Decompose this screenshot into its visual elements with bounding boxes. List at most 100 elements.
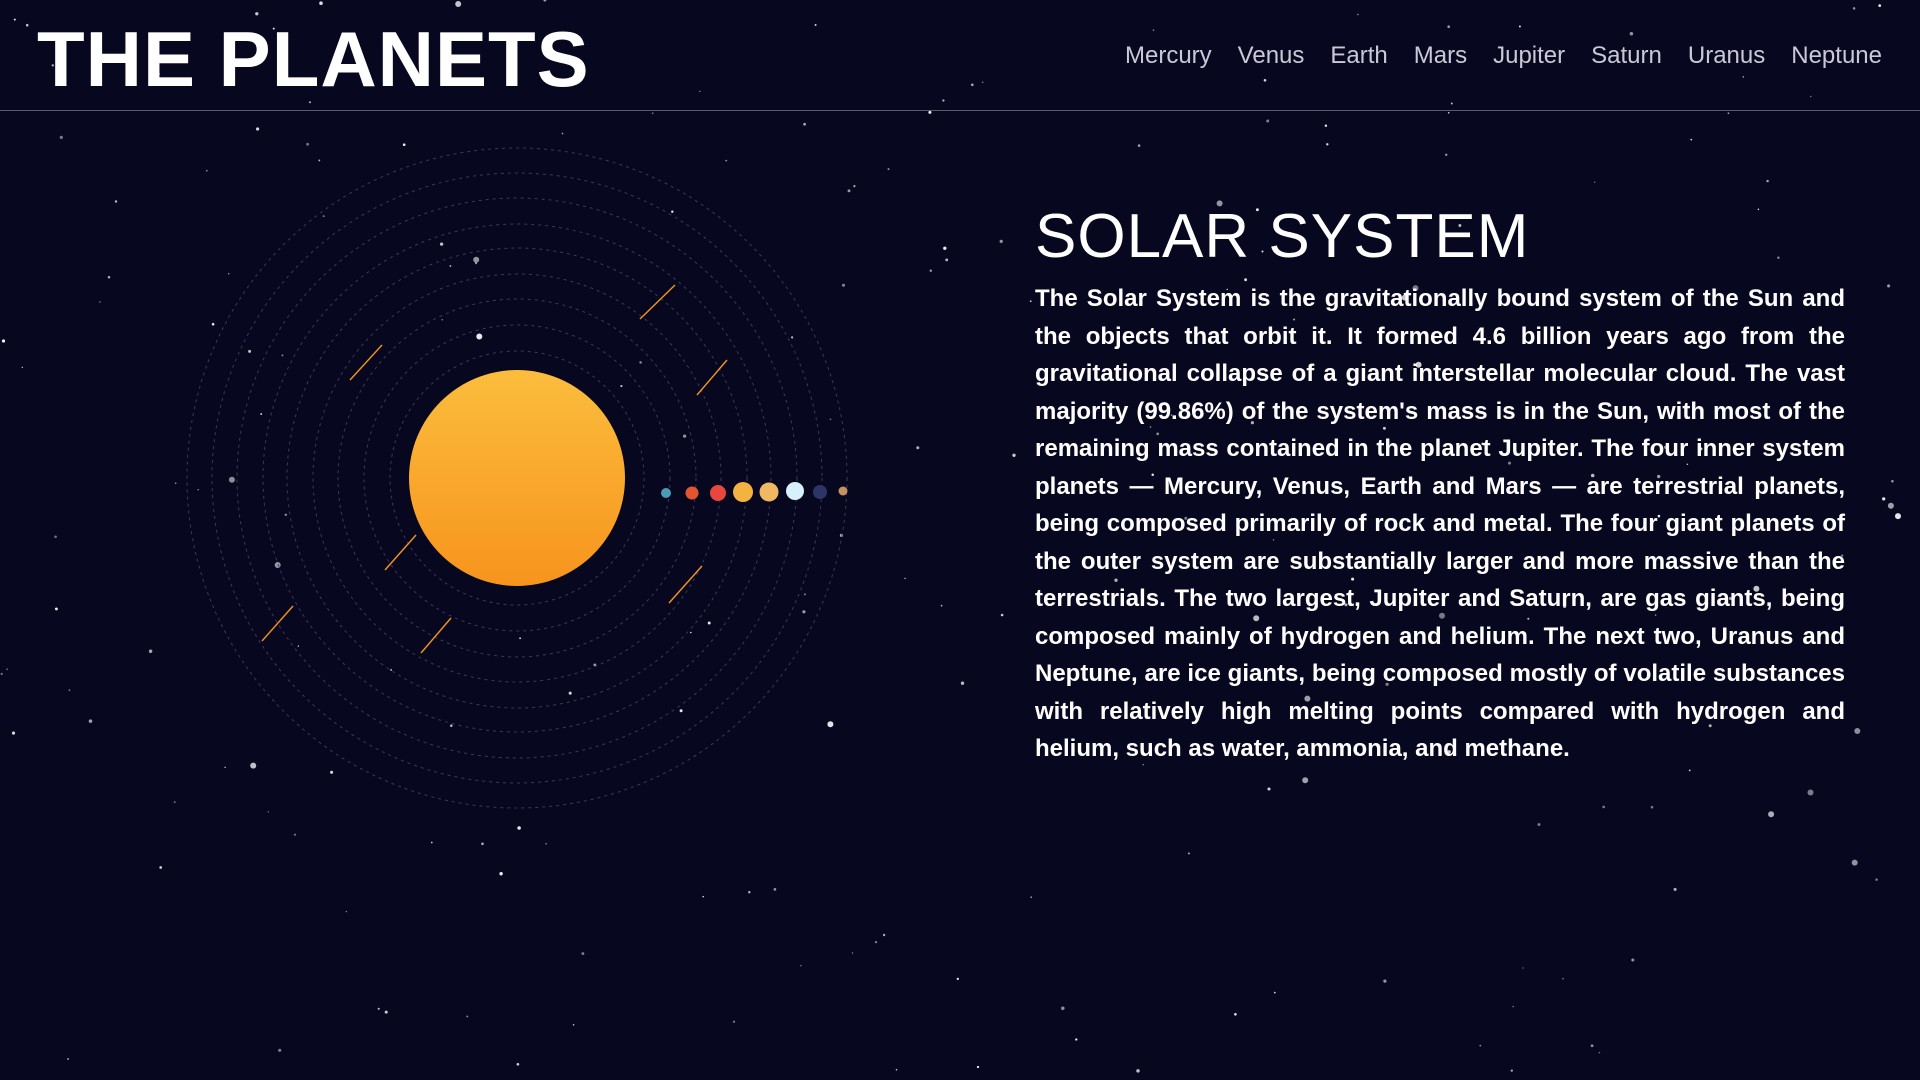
star-icon [256,127,260,131]
star-icon [1875,878,1878,881]
star-icon [107,276,111,279]
star-icon [882,933,886,937]
nav-link-jupiter[interactable]: Jupiter [1493,38,1565,74]
star-icon [1137,144,1141,147]
star-icon [6,668,8,670]
nav-link-neptune[interactable]: Neptune [1791,38,1882,74]
star-icon [1,339,6,343]
star-icon [11,731,16,735]
star-icon [945,258,949,262]
planet-venus-icon[interactable] [685,486,699,500]
star-icon [0,672,3,675]
star-icon [1030,896,1032,898]
star-icon [1690,138,1693,141]
star-icon [1887,502,1894,509]
star-icon [345,910,347,913]
star-icon [1598,1051,1601,1054]
star-icon [1510,1069,1513,1072]
comet-streak [349,344,383,381]
star-icon [499,872,503,876]
solar-system-diagram [186,147,848,809]
star-icon [1187,852,1190,855]
star-icon [999,239,1003,244]
site-title[interactable]: THE PLANETS [37,14,590,104]
star-icon [1673,887,1677,891]
star-icon [293,833,296,836]
page: THE PLANETS Mercury Venus Earth Mars Jup… [0,0,1920,1080]
nav-link-earth[interactable]: Earth [1330,38,1387,74]
star-icon [1029,300,1032,303]
nav-link-venus[interactable]: Venus [1238,38,1305,74]
star-icon [1479,1044,1482,1047]
star-icon [1688,769,1691,772]
star-icon [545,843,547,845]
star-icon [1326,143,1329,146]
star-icon [1061,1006,1065,1011]
nav-link-mars[interactable]: Mars [1414,38,1467,74]
star-icon [1302,777,1309,784]
star-icon [278,1048,282,1052]
planet-nav: Mercury Venus Earth Mars Jupiter Saturn … [1125,38,1882,74]
planet-row [661,482,848,502]
star-icon [1650,805,1654,809]
planet-earth-icon[interactable] [710,485,726,501]
star-icon [1447,111,1450,114]
nav-link-saturn[interactable]: Saturn [1591,38,1662,74]
star-icon [773,888,777,891]
star-icon [54,607,58,611]
star-icon [99,301,101,303]
site-header: THE PLANETS Mercury Venus Earth Mars Jup… [0,0,1920,111]
star-icon [159,866,163,869]
sun-icon[interactable] [409,370,625,586]
star-icon [1895,513,1901,520]
planet-neptune-icon[interactable] [838,486,848,496]
star-icon [1273,991,1276,994]
section-description: The Solar System is the gravitationally … [1035,285,1845,762]
star-icon [748,890,751,894]
comet-streak [420,617,452,654]
star-icon [1266,119,1270,123]
star-icon [1512,1006,1514,1008]
star-icon [1562,978,1564,980]
star-icon [702,895,704,898]
star-icon [1537,823,1541,826]
planet-mars-icon[interactable] [733,482,753,502]
star-icon [929,269,933,272]
star-icon [561,132,564,135]
star-icon [516,1062,520,1066]
star-icon [148,649,153,654]
planet-uranus-icon[interactable] [813,485,827,499]
star-icon [517,826,521,830]
star-icon [1267,787,1271,791]
nav-link-uranus[interactable]: Uranus [1688,38,1765,74]
nav-link-mercury[interactable]: Mercury [1125,38,1212,74]
section-heading: SOLAR SYSTEM [1035,202,1530,271]
planet-saturn-icon[interactable] [786,482,804,500]
star-icon [800,965,802,967]
star-icon [1075,1038,1078,1041]
star-icon [1444,153,1448,157]
planet-mercury-icon[interactable] [661,488,671,498]
star-icon [377,1007,380,1010]
comet-streak [696,359,728,396]
star-icon [384,1010,388,1014]
star-icon [1851,859,1858,866]
star-icon [174,482,177,484]
star-icon [1234,1012,1237,1016]
star-icon [940,604,943,607]
star-icon [1012,453,1016,457]
star-icon [851,952,854,954]
star-icon [1882,497,1886,501]
star-icon [887,168,890,171]
star-icon [943,246,947,250]
star-icon [1887,284,1891,288]
star-icon [67,1057,70,1061]
star-icon [1768,811,1775,818]
star-icon [54,535,57,538]
planet-jupiter-icon[interactable] [759,482,779,502]
star-icon [1807,789,1814,796]
star-icon [173,801,176,803]
star-icon [956,977,959,981]
star-icon [88,719,93,723]
star-icon [1522,967,1524,969]
